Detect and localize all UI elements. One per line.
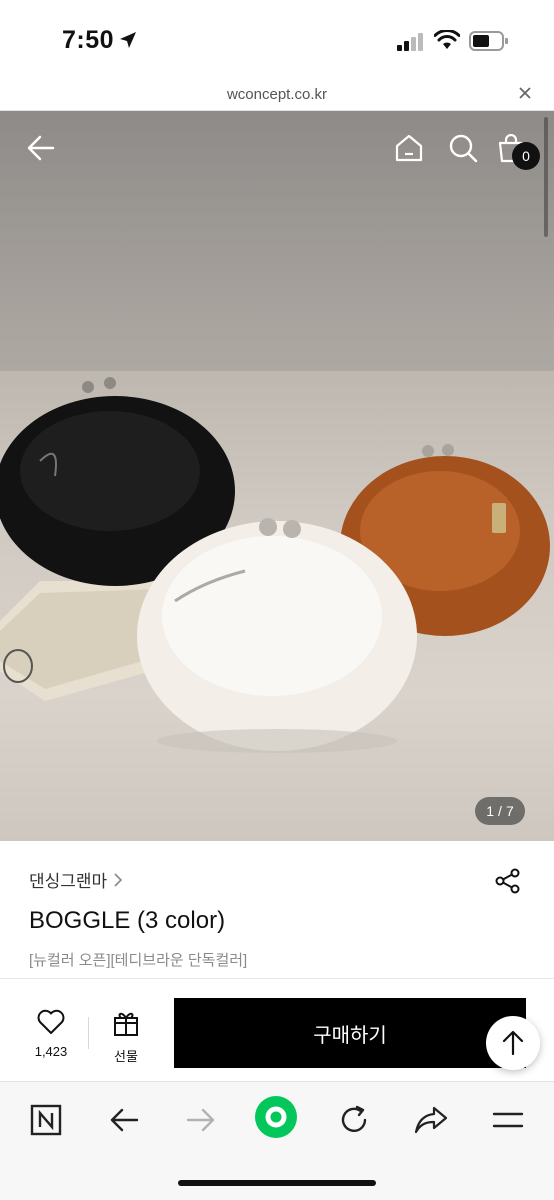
like-count: 1,423 [34, 1044, 68, 1059]
status-bar: 7:50 [0, 0, 554, 80]
share-page-button[interactable] [411, 1100, 451, 1140]
image-counter: 1 / 7 [475, 797, 525, 825]
search-icon [449, 134, 478, 163]
location-arrow-icon [120, 32, 136, 48]
browser-back-button[interactable] [104, 1100, 144, 1140]
divider [88, 1017, 89, 1049]
status-time: 7:50 [62, 26, 115, 54]
brand-name: 댄싱그랜마 [29, 872, 108, 891]
url-bar[interactable]: wconcept.co.kr [0, 80, 554, 111]
signal-icon [397, 33, 423, 51]
menu-button[interactable] [488, 1100, 528, 1140]
green-dot-icon [255, 1096, 297, 1138]
product-photo [0, 111, 554, 753]
gift-icon [114, 1012, 138, 1036]
product-title: BOGGLE (3 color) [29, 907, 226, 934]
product-info: 댄싱그랜마 BOGGLE (3 color) [뉴컬러 오픈][테디브라운 단독… [0, 841, 554, 977]
arrow-left-icon [27, 135, 55, 161]
naver-n-icon [30, 1104, 62, 1136]
heart-icon [37, 1009, 65, 1034]
wifi-icon [434, 30, 460, 49]
share-arrow-icon [414, 1106, 448, 1134]
chevron-right-icon [114, 872, 123, 887]
image-counter-current: 1 [486, 803, 495, 819]
buy-button[interactable]: 구매하기 [174, 998, 526, 1068]
share-icon[interactable] [494, 867, 522, 895]
product-image-carousel[interactable] [0, 111, 554, 841]
reload-button[interactable] [334, 1100, 374, 1140]
purchase-action-bar: 1,423 선물 구매하기 [0, 978, 554, 1080]
brand-link[interactable]: 댄싱그랜마 [29, 867, 123, 892]
hamburger-menu-icon [492, 1112, 524, 1128]
scroll-to-top-button[interactable] [486, 1016, 540, 1070]
page: 7:50 wconcept.co.kr 0 1 / 7 댄싱그랜마 BOGGLE… [0, 0, 554, 1200]
home-button[interactable] [392, 131, 426, 165]
arrow-right-icon [186, 1108, 215, 1132]
like-button[interactable]: 1,423 [26, 1009, 76, 1059]
image-counter-total: 7 [505, 803, 514, 819]
battery-icon [469, 31, 508, 51]
gift-label: 선물 [114, 1049, 138, 1064]
cart-count-badge: 0 [512, 142, 540, 170]
image-counter-separator: / [498, 803, 502, 819]
url-text: wconcept.co.kr [226, 86, 328, 103]
search-button[interactable] [446, 131, 480, 165]
home-icon [395, 134, 423, 162]
gift-button[interactable]: 선물 [104, 1009, 148, 1065]
green-dot-button[interactable] [254, 1095, 298, 1139]
home-indicator[interactable] [178, 1180, 376, 1186]
close-icon[interactable] [518, 86, 532, 100]
reload-icon [341, 1105, 367, 1133]
arrow-up-icon [502, 1030, 524, 1056]
back-button[interactable] [24, 131, 58, 165]
scrollbar[interactable] [544, 117, 548, 237]
arrow-left-icon [110, 1108, 139, 1132]
browser-forward-button[interactable] [181, 1100, 221, 1140]
product-subtitle: [뉴컬러 오픈][테디브라운 단독컬러] [29, 952, 248, 969]
naver-home-button[interactable] [26, 1100, 66, 1140]
